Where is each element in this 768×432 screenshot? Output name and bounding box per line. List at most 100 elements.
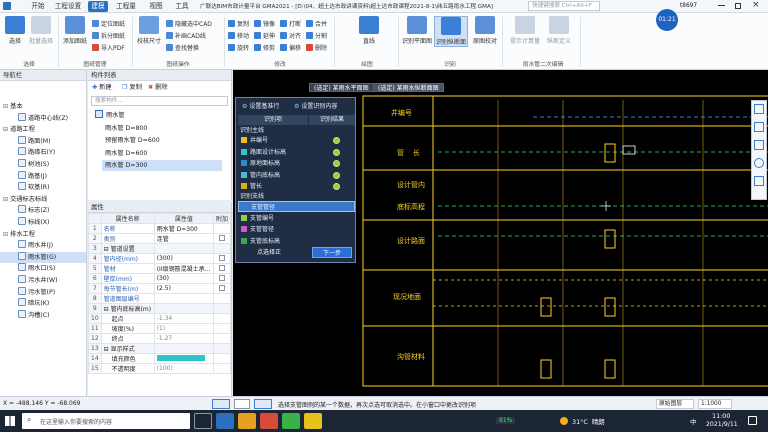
user-name[interactable]: t8697 (680, 3, 697, 9)
app-gma-icon[interactable] (216, 413, 234, 429)
component-search-input[interactable]: 搜索构件... (91, 96, 228, 106)
check-size-button[interactable]: 校核尺寸 (134, 16, 164, 45)
property-row[interactable]: 1 名称 雨水管 D=300 (88, 223, 232, 234)
nav-item[interactable]: 沟槽(C) (0, 309, 86, 321)
property-value[interactable]: (2.5) (153, 283, 214, 294)
property-value[interactable]: (1) (153, 323, 214, 334)
trim-button[interactable]: 修剪 (254, 44, 275, 53)
recognize-item[interactable]: 支管底标高 (238, 236, 355, 247)
property-row[interactable]: 14 填充颜色 (88, 353, 232, 364)
locate-drawing-button[interactable]: 定位图纸 (92, 20, 125, 29)
component-item[interactable]: 雨水管 (92, 110, 212, 121)
nav-item[interactable]: 暗坑(K) (0, 298, 86, 309)
battery-indicator[interactable]: 81% (496, 417, 516, 424)
tab-tools[interactable]: 工具 (172, 1, 192, 12)
nav-group[interactable]: ⊟ 基本 (0, 101, 86, 112)
property-row[interactable]: 10 起点 -1.34 (88, 313, 232, 324)
property-value[interactable]: 雨水管 D=300 (153, 223, 214, 234)
property-value[interactable] (153, 353, 214, 364)
dialog-prev-button[interactable]: 点选择正 (244, 247, 294, 258)
split-button[interactable]: 分割 (306, 32, 327, 41)
property-row[interactable]: 5 管材 (II级钢筋混凝土承... (88, 263, 232, 274)
nav-group[interactable]: ⊟ 交通标志标线 (0, 194, 86, 205)
minimize-icon[interactable] (718, 5, 725, 6)
property-row[interactable]: 12 终点 -1.27 (88, 333, 232, 344)
property-row[interactable]: 6 壁厚(mm) (30) (88, 273, 232, 284)
property-row[interactable]: 3 ⊟ 管道设置 (88, 243, 232, 254)
windows-start-icon[interactable] (5, 416, 15, 426)
app-browser-icon[interactable] (304, 413, 322, 429)
nav-item[interactable]: 雨水管(G) (0, 251, 86, 263)
draw-cad-line-button[interactable]: 补画CAD线 (166, 32, 206, 41)
ortho-toggle[interactable] (234, 399, 250, 409)
add-drawing-button[interactable]: 添加图纸 (60, 16, 90, 45)
nav-item[interactable]: 软基(R) (0, 182, 86, 193)
property-value[interactable]: (100) (153, 363, 214, 374)
merge-button[interactable]: 合并 (306, 20, 327, 29)
property-value[interactable]: (300) (153, 253, 214, 264)
cad-tab-plan[interactable]: (选定) 某雨水平面图 (309, 83, 374, 92)
extra-checkbox[interactable] (218, 255, 225, 261)
nav-item[interactable]: 路缘石(Y) (0, 147, 86, 158)
tab-modeling[interactable]: 建模 (88, 1, 108, 12)
property-value[interactable]: 连管 (153, 233, 214, 244)
import-pdf-button[interactable]: 导入PDF (92, 44, 125, 53)
app-chat-icon[interactable] (282, 413, 300, 429)
extra-checkbox[interactable] (218, 235, 225, 241)
app-glodon-icon[interactable] (238, 413, 256, 429)
recognize-item[interactable]: 支管编号 (238, 213, 355, 224)
profile-define-button[interactable]: 纵断定义 (542, 16, 576, 45)
property-row[interactable]: 8 管道图层编号 (88, 293, 232, 304)
recognize-profile-button[interactable]: 识别纵断面 (434, 16, 468, 47)
nav-group[interactable]: ⊟ 排水工程 (0, 229, 86, 240)
task-view-icon[interactable] (194, 413, 212, 429)
property-row[interactable]: 7 每节管长(m) (2.5) (88, 283, 232, 294)
nav-item[interactable]: 路面(M) (0, 135, 86, 147)
tab-set-baseline[interactable]: ⚙ 设置基准行 (242, 102, 279, 112)
property-value[interactable] (153, 343, 214, 354)
copy-component-button[interactable]: ❐ 复制 (122, 83, 142, 93)
move-button[interactable]: 移动 (228, 32, 249, 41)
rotate-button[interactable]: 旋转 (228, 44, 249, 53)
snap-toggle[interactable] (212, 399, 230, 409)
extra-checkbox[interactable] (218, 275, 225, 281)
recognize-item[interactable]: 支管管径 (238, 224, 355, 235)
fill-color-swatch[interactable] (156, 355, 205, 361)
nav-item[interactable]: 污水管(P) (0, 286, 86, 298)
mirror-button[interactable]: 镜像 (254, 20, 275, 29)
batch-select-button[interactable]: 批量选择 (26, 16, 56, 45)
clock-date[interactable]: 2021/9/11 (706, 421, 738, 428)
ime-indicator[interactable]: 中 (690, 417, 696, 426)
extend-button[interactable]: 延伸 (254, 32, 275, 41)
break-button[interactable]: 打断 (280, 20, 301, 29)
notification-icon[interactable] (748, 416, 757, 425)
nav-item[interactable]: 污水井(W) (0, 275, 86, 286)
property-row[interactable]: 2 类别 连管 (88, 233, 232, 244)
tab-quantities[interactable]: 工程量 (112, 1, 140, 12)
extra-checkbox[interactable] (218, 265, 225, 271)
property-row[interactable]: 11 坡度(%) (1) (88, 323, 232, 334)
split-drawing-button[interactable]: 拆分图纸 (92, 32, 125, 41)
calc-hint-button[interactable]: 提示计算量 (508, 16, 542, 45)
property-value[interactable] (153, 243, 214, 254)
nav-item[interactable]: 雨水口(S) (0, 263, 86, 274)
offset-button[interactable]: 偏移 (280, 44, 301, 53)
nav-item[interactable]: 标线(X) (0, 217, 86, 228)
property-value[interactable]: (II级钢筋混凝土承... (153, 263, 214, 274)
nav-item[interactable]: 标志(Z) (0, 205, 86, 216)
app-wps-icon[interactable] (260, 413, 278, 429)
copy-button[interactable]: 复制 (228, 20, 249, 29)
shortcut-search-input[interactable]: 快捷键搜索 Ctrl+Alt+F (528, 1, 600, 11)
component-item[interactable]: 预留雨水管 D=600 (102, 135, 222, 146)
top-view-icon[interactable] (754, 122, 764, 132)
nav-item[interactable]: 道路中心线(Z) (0, 112, 86, 124)
zoom-fit-icon[interactable] (754, 140, 764, 150)
recognize-plan-button[interactable]: 识别平面图 (400, 16, 434, 45)
property-value[interactable] (153, 293, 214, 304)
component-item[interactable]: 雨水管 D=600 (102, 148, 222, 159)
extra-checkbox[interactable] (218, 285, 225, 291)
property-value[interactable]: -1.27 (153, 333, 214, 344)
recognize-item[interactable]: 原地面标高 (238, 158, 355, 169)
taskbar-search-input[interactable]: ⌕ 在这里输入你要搜索的内容 (22, 413, 190, 429)
new-component-button[interactable]: ✚ 新建 (92, 83, 112, 93)
